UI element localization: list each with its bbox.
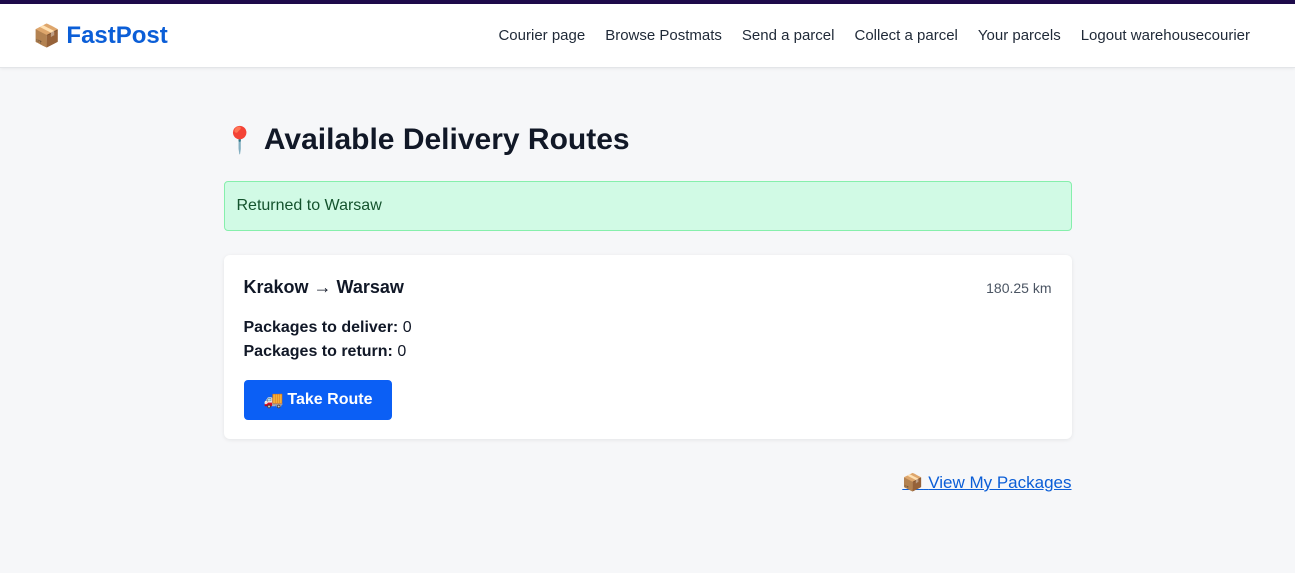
alert-message: Returned to Warsaw xyxy=(236,197,382,214)
page-title: 📍 Available Delivery Routes xyxy=(224,123,1072,157)
package-icon: 📦 xyxy=(33,22,61,48)
deliver-label: Packages to deliver: xyxy=(243,319,399,336)
main-nav: Courier page Browse Postmats Send a parc… xyxy=(498,27,1250,44)
deliver-count: 0 xyxy=(402,319,412,336)
return-label: Packages to return: xyxy=(243,343,393,360)
deliver-row: Packages to deliver: 0 xyxy=(244,316,1052,340)
view-my-packages-link[interactable]: 📦 View My Packages xyxy=(902,473,1071,492)
nav-browse-postmats[interactable]: Browse Postmats xyxy=(605,27,722,44)
main-content: 📍 Available Delivery Routes Returned to … xyxy=(223,68,1072,493)
route-distance: 180.25 km xyxy=(986,279,1052,296)
route-stats: Packages to deliver: 0 Packages to retur… xyxy=(244,316,1052,364)
route-title: Krakow → Warsaw xyxy=(243,277,404,297)
truck-icon: 🚚 xyxy=(263,392,284,409)
success-alert: Returned to Warsaw xyxy=(223,181,1072,231)
page-title-text: Available Delivery Routes xyxy=(263,123,630,156)
return-count: 0 xyxy=(397,343,407,360)
nav-send-parcel[interactable]: Send a parcel xyxy=(742,27,835,44)
site-header: 📦 FastPost Courier page Browse Postmats … xyxy=(0,4,1295,68)
return-row: Packages to return: 0 xyxy=(244,340,1052,364)
nav-collect-parcel[interactable]: Collect a parcel xyxy=(854,27,957,44)
brand-logo-link[interactable]: 📦 FastPost xyxy=(33,22,168,50)
take-route-button[interactable]: 🚚 Take Route xyxy=(243,380,393,420)
take-route-label: Take Route xyxy=(287,391,373,408)
route-card: Krakow → Warsaw 180.25 km Packages to de… xyxy=(223,255,1072,439)
view-my-packages-label: View My Packages xyxy=(928,473,1072,492)
nav-your-parcels[interactable]: Your parcels xyxy=(978,27,1061,44)
nav-logout[interactable]: Logout warehousecourier xyxy=(1081,27,1250,44)
nav-courier-page[interactable]: Courier page xyxy=(498,27,585,44)
footer-link-row: 📦 View My Packages xyxy=(224,473,1071,493)
pin-icon: 📍 xyxy=(223,124,256,155)
brand-name: FastPost xyxy=(66,21,168,49)
package-icon: 📦 xyxy=(902,473,924,492)
